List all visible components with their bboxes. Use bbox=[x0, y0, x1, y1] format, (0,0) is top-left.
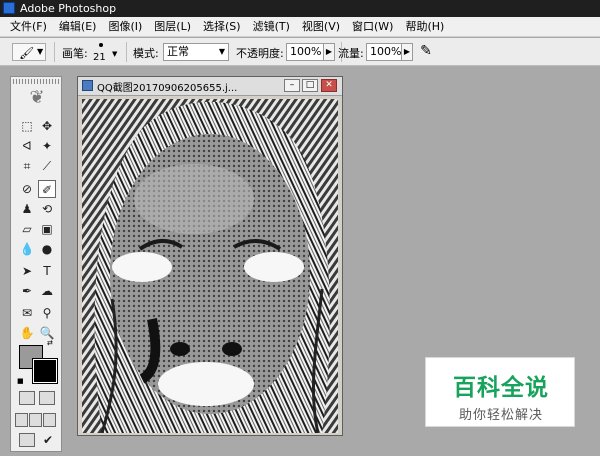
history-brush-tool-icon[interactable]: ⟲ bbox=[38, 200, 56, 218]
screen-mode-full-button[interactable] bbox=[43, 413, 56, 427]
brush-picker[interactable]: 21 ▼ bbox=[90, 40, 120, 64]
menu-edit[interactable]: 编辑(E) bbox=[53, 17, 103, 37]
mode-select[interactable]: 正常 ▼ bbox=[163, 43, 229, 61]
minimize-button[interactable]: – bbox=[284, 79, 300, 92]
app-title: Adobe Photoshop bbox=[20, 2, 117, 15]
document-window[interactable]: QQ截图20170906205655.j... – □ ✕ bbox=[77, 76, 343, 436]
screen-mode-standard-button[interactable] bbox=[15, 413, 28, 427]
flow-field[interactable]: 100% bbox=[366, 43, 402, 61]
jump-to-imageready-button[interactable] bbox=[19, 433, 35, 447]
opacity-field[interactable]: 100% bbox=[286, 43, 324, 61]
app-title-bar: Adobe Photoshop bbox=[0, 0, 600, 17]
brush-tip-icon bbox=[99, 43, 103, 47]
eyedropper-tool-icon[interactable]: ⚲ bbox=[38, 304, 56, 322]
face-image bbox=[82, 99, 338, 433]
gradient-tool-icon[interactable]: ▣ bbox=[38, 220, 56, 238]
quick-mask-mode-button[interactable] bbox=[39, 391, 55, 405]
mode-value: 正常 bbox=[167, 45, 189, 58]
options-bar: 🖌 ▼ 画笔: 21 ▼ 模式: 正常 ▼ 不透明度: 100% ▶ 流量: 1… bbox=[0, 38, 600, 66]
blur-tool-icon[interactable]: 💧 bbox=[18, 240, 36, 258]
notes-tool-icon[interactable]: ✉ bbox=[18, 304, 36, 322]
magic-wand-tool-icon[interactable]: ✦ bbox=[38, 137, 56, 155]
opacity-label: 不透明度: bbox=[236, 47, 284, 60]
chevron-down-icon: ▼ bbox=[218, 47, 225, 56]
maximize-button[interactable]: □ bbox=[302, 79, 318, 92]
document-title-bar[interactable]: QQ截图20170906205655.j... – □ ✕ bbox=[78, 77, 342, 96]
type-tool-icon[interactable]: T bbox=[38, 262, 56, 280]
path-selection-tool-icon[interactable]: ➤ bbox=[18, 262, 36, 280]
menu-select[interactable]: 选择(S) bbox=[197, 17, 247, 37]
screen-mode-full-menu-button[interactable] bbox=[29, 413, 42, 427]
menu-view[interactable]: 视图(V) bbox=[296, 17, 346, 37]
swap-colors-icon[interactable]: ⇄ bbox=[47, 339, 53, 347]
document-title: QQ截图20170906205655.j... bbox=[97, 83, 238, 94]
menu-file[interactable]: 文件(F) bbox=[4, 17, 53, 37]
menu-bar: 文件(F) 编辑(E) 图像(I) 图层(L) 选择(S) 滤镜(T) 视图(V… bbox=[0, 17, 600, 37]
chevron-down-icon: ▼ bbox=[37, 47, 44, 56]
toolbox: ❦ ⬚ ✥ ᐊ ✦ ⌗ ⟋ ⊘ ✐ ♟ ⟲ ▱ ▣ 💧 ● ➤ T ✒ ☁ ✉ … bbox=[10, 76, 62, 452]
lasso-tool-icon[interactable]: ᐊ bbox=[18, 137, 36, 155]
menu-window[interactable]: 窗口(W) bbox=[346, 17, 399, 37]
opacity-stepper[interactable]: ▶ bbox=[323, 43, 335, 61]
healing-brush-tool-icon[interactable]: ⊘ bbox=[18, 180, 36, 198]
move-tool-icon[interactable]: ✥ bbox=[38, 117, 56, 135]
brush-label: 画笔: bbox=[62, 47, 88, 60]
pen-tool-icon[interactable]: ✒ bbox=[18, 282, 36, 300]
feather-logo-icon: ❦ bbox=[29, 87, 45, 108]
clone-stamp-tool-icon[interactable]: ♟ bbox=[18, 200, 36, 218]
image-canvas[interactable] bbox=[82, 99, 338, 433]
flow-label: 流量: bbox=[338, 47, 364, 60]
photoshop-app-icon bbox=[3, 2, 15, 14]
checkmark-icon[interactable]: ✔ bbox=[39, 431, 57, 449]
menu-help[interactable]: 帮助(H) bbox=[399, 17, 450, 37]
document-icon bbox=[82, 80, 93, 91]
hand-tool-icon[interactable]: ✋ bbox=[18, 324, 36, 342]
background-color-swatch[interactable] bbox=[32, 358, 58, 384]
watermark-subtitle: 助你轻松解决 bbox=[458, 408, 543, 423]
menu-image[interactable]: 图像(I) bbox=[102, 17, 148, 37]
brush-size: 21 bbox=[93, 52, 106, 63]
crop-tool-icon[interactable]: ⌗ bbox=[18, 157, 36, 175]
flow-value: 100% bbox=[370, 45, 402, 58]
chevron-down-icon: ▼ bbox=[112, 50, 118, 58]
marquee-tool-icon[interactable]: ⬚ bbox=[18, 117, 36, 135]
airbrush-icon[interactable]: ✎ bbox=[416, 43, 436, 61]
dodge-tool-icon[interactable]: ● bbox=[38, 240, 56, 258]
eraser-tool-icon[interactable]: ▱ bbox=[18, 220, 36, 238]
brush-icon: 🖌 bbox=[19, 46, 35, 60]
mode-label: 模式: bbox=[133, 47, 159, 60]
menu-filter[interactable]: 滤镜(T) bbox=[247, 17, 296, 37]
default-colors-icon[interactable]: ■ bbox=[17, 377, 24, 385]
shape-tool-icon[interactable]: ☁ bbox=[38, 282, 56, 300]
separator bbox=[126, 42, 127, 62]
close-button[interactable]: ✕ bbox=[321, 79, 337, 92]
slice-tool-icon[interactable]: ⟋ bbox=[38, 157, 56, 175]
standard-mode-button[interactable] bbox=[19, 391, 35, 405]
tool-preset-picker[interactable]: 🖌 ▼ bbox=[12, 43, 46, 61]
flow-stepper[interactable]: ▶ bbox=[401, 43, 413, 61]
watermark-title: 百科全说 bbox=[453, 375, 549, 401]
opacity-value: 100% bbox=[290, 45, 322, 58]
menu-layer[interactable]: 图层(L) bbox=[148, 17, 197, 37]
baike-watermark: 百科全说 助你轻松解决 bbox=[425, 357, 575, 427]
brush-tool-icon[interactable]: ✐ bbox=[38, 180, 56, 198]
toolbox-grip[interactable] bbox=[13, 79, 59, 84]
separator bbox=[54, 42, 55, 62]
